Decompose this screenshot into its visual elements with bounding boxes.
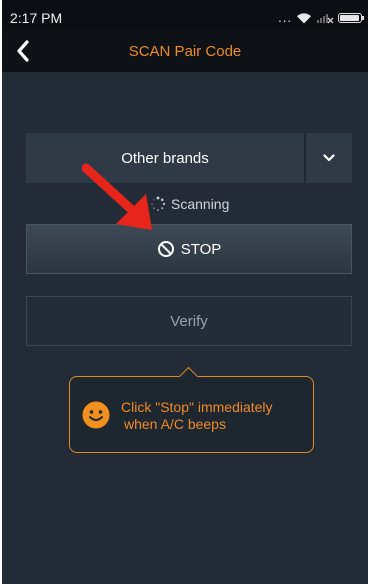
- stop-button[interactable]: STOP: [26, 224, 352, 274]
- scanning-label: Scanning: [171, 196, 230, 212]
- wifi-icon: [297, 13, 311, 24]
- verify-button-label: Verify: [170, 312, 208, 330]
- tooltip-message: Click "Stop" immediately when A/C beeps: [121, 399, 306, 433]
- tooltip-pointer: [178, 365, 198, 377]
- app-bar: SCAN Pair Code: [2, 30, 368, 72]
- stop-button-label: STOP: [180, 240, 222, 258]
- brand-dropdown-button[interactable]: [306, 133, 352, 183]
- smiley-icon: [82, 401, 110, 429]
- verify-button[interactable]: Verify: [26, 296, 352, 346]
- brand-select[interactable]: Other brands: [26, 133, 352, 183]
- chevron-down-icon: [323, 154, 335, 162]
- app-screen: 2:17 PM ... SCAN Pair Code Other brands …: [2, 0, 368, 584]
- red-arrow-annotation: [82, 163, 152, 230]
- more-dots: ...: [278, 10, 292, 25]
- no-signal-icon: [317, 14, 334, 24]
- status-bar: 2:17 PM ...: [2, 0, 368, 30]
- status-icons: ...: [278, 10, 364, 25]
- status-time: 2:17 PM: [10, 10, 63, 26]
- tooltip-line-1: Click "Stop" immediately: [121, 399, 273, 415]
- hint-tooltip: Click "Stop" immediately when A/C beeps: [69, 376, 314, 453]
- page-title: SCAN Pair Code: [128, 43, 242, 60]
- battery-icon: [338, 13, 364, 23]
- tooltip-line-2: when A/C beeps: [124, 416, 226, 432]
